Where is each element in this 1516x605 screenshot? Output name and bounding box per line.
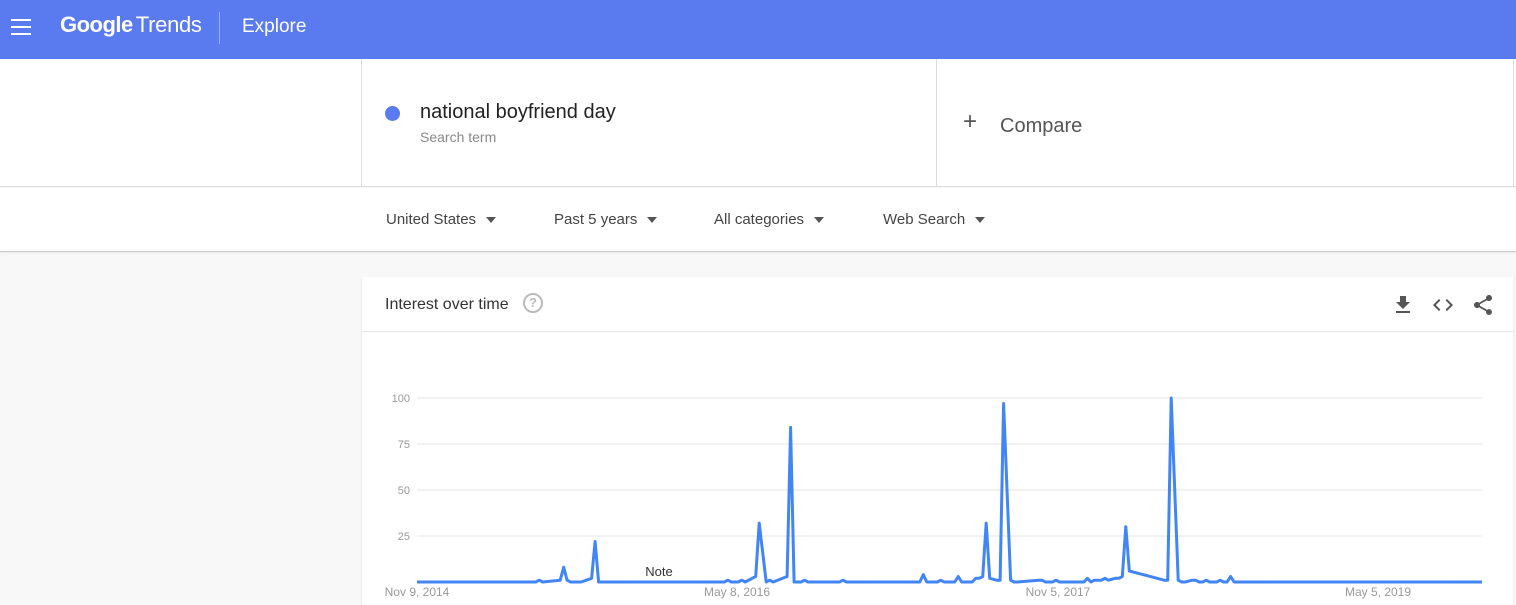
- help-icon[interactable]: ?: [523, 293, 543, 313]
- filter-bar: United States Past 5 years All categorie…: [0, 188, 1516, 252]
- dropdown-arrow-icon: [486, 217, 497, 224]
- interest-over-time-card: Interest over time ? 25 50 75 100 Nov 9, 201…: [362, 277, 1513, 605]
- card-title: Interest over time: [385, 296, 509, 313]
- y-tick-label: 75: [398, 439, 410, 451]
- search-term-card[interactable]: national boyfriend day Search term: [361, 59, 937, 187]
- filter-time-label: Past 5 years: [554, 211, 638, 228]
- share-icon[interactable]: [1471, 293, 1495, 317]
- search-term-text[interactable]: national boyfriend day: [420, 101, 616, 124]
- top-app-bar: Google Trends Explore: [0, 0, 1516, 59]
- search-term-type: Search term: [420, 129, 497, 145]
- card-header: Interest over time ?: [362, 277, 1513, 332]
- page-title: Explore: [242, 16, 307, 37]
- note-annotation[interactable]: Note: [645, 564, 672, 579]
- plus-icon[interactable]: +: [963, 110, 977, 134]
- filter-region-label: United States: [386, 211, 477, 228]
- y-tick-label: 25: [398, 531, 410, 543]
- x-tick-label: May 8, 2016: [704, 585, 770, 599]
- x-tick-label: Nov 5, 2017: [1026, 585, 1091, 599]
- compare-card[interactable]: + Compare: [937, 59, 1514, 187]
- embed-code-icon[interactable]: [1431, 293, 1455, 317]
- dropdown-arrow-icon: [975, 217, 986, 224]
- filter-time-range[interactable]: Past 5 years: [554, 211, 658, 228]
- search-panel: national boyfriend day Search term + Com…: [0, 59, 1516, 187]
- header-divider: [219, 12, 220, 44]
- google-trends-logo[interactable]: Google Trends: [60, 12, 202, 38]
- interest-over-time-chart: 25 50 75 100 Nov 9, 2014 May 8, 2016 Nov 5, 20…: [385, 393, 1482, 599]
- y-tick-label: 100: [392, 393, 410, 405]
- dropdown-arrow-icon: [647, 217, 658, 224]
- compare-button[interactable]: Compare: [1000, 115, 1082, 138]
- term-color-dot: [385, 106, 400, 121]
- filter-search-type[interactable]: Web Search: [883, 211, 986, 228]
- x-tick-label: May 5, 2019: [1345, 585, 1411, 599]
- filter-category-label: All categories: [714, 211, 805, 228]
- filter-region[interactable]: United States: [386, 211, 497, 228]
- filter-category[interactable]: All categories: [714, 211, 825, 228]
- dropdown-arrow-icon: [814, 217, 825, 224]
- download-icon[interactable]: [1391, 293, 1415, 317]
- y-tick-label: 50: [398, 485, 410, 497]
- filter-search-type-label: Web Search: [883, 211, 966, 228]
- menu-icon[interactable]: [11, 19, 31, 35]
- brand-google: Google: [60, 12, 133, 37]
- brand-trends: Trends: [135, 12, 202, 37]
- x-tick-label: Nov 9, 2014: [385, 585, 450, 599]
